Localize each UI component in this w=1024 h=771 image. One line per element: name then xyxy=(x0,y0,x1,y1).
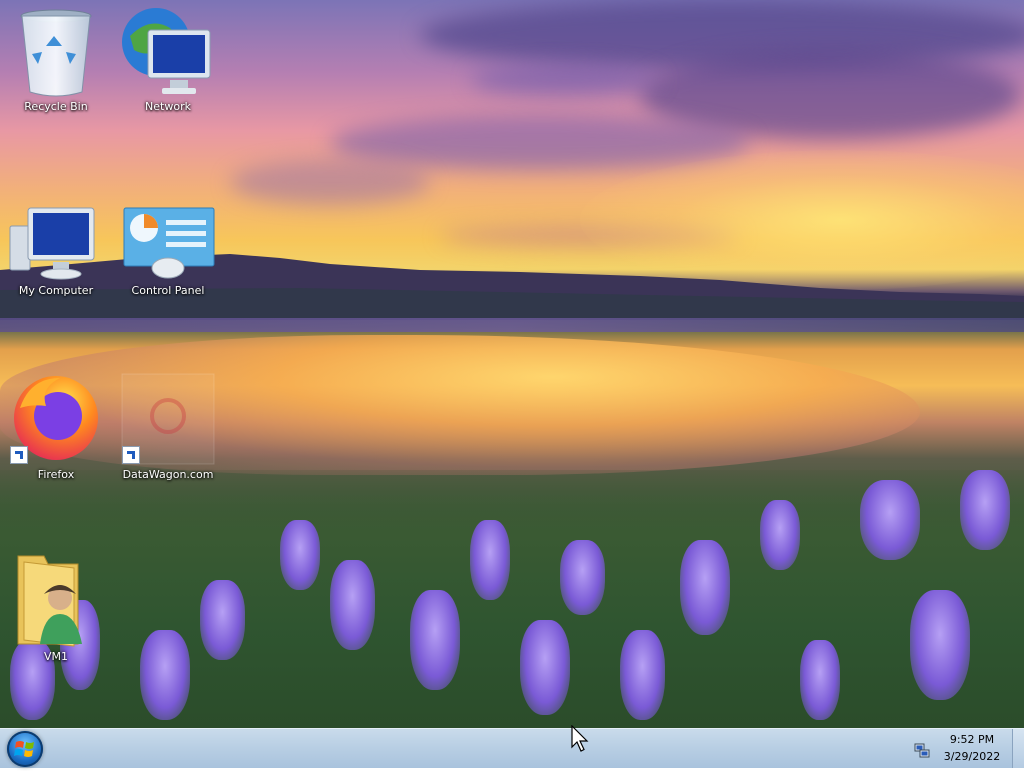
control-panel-label: Control Panel xyxy=(131,284,205,297)
wallpaper-flower xyxy=(200,580,245,660)
control-panel-shortcut[interactable]: Control Panel xyxy=(120,206,216,298)
network-label: Network xyxy=(145,100,191,113)
desktop[interactable]: Recycle Bin Network My Computer Control … xyxy=(0,0,1024,728)
firefox-shortcut[interactable]: Firefox xyxy=(8,372,104,482)
user-folder-icon xyxy=(17,555,82,647)
clock-time: 9:52 PM xyxy=(949,733,995,746)
wallpaper-cloud xyxy=(470,65,660,95)
wallpaper-flower xyxy=(800,640,840,720)
vm1-user-folder[interactable]: VM1 xyxy=(8,552,104,664)
computer-icon xyxy=(9,207,95,280)
control-panel-icon xyxy=(123,207,215,279)
network-tray-icon[interactable] xyxy=(914,742,930,758)
network-shortcut[interactable]: Network xyxy=(120,6,216,114)
mouse-cursor-icon xyxy=(571,725,589,752)
recycle-bin-icon xyxy=(20,9,92,97)
clock-date: 3/29/2022 xyxy=(943,750,1001,763)
wallpaper-flower xyxy=(330,560,375,650)
windows-logo-icon xyxy=(14,741,34,757)
wallpaper-cloud xyxy=(230,160,430,205)
wallpaper-flower xyxy=(680,540,730,635)
wallpaper-flower xyxy=(140,630,190,720)
wallpaper-flower xyxy=(960,470,1010,550)
wallpaper-flower xyxy=(520,620,570,715)
firefox-label: Firefox xyxy=(37,468,75,481)
my-computer-shortcut[interactable]: My Computer xyxy=(8,206,104,298)
taskbar xyxy=(0,728,1024,768)
recycle-bin-label: Recycle Bin xyxy=(24,100,88,113)
wallpaper-flower xyxy=(410,590,460,690)
wallpaper-flower xyxy=(760,500,800,570)
wallpaper-flower xyxy=(910,590,970,700)
show-desktop-button[interactable] xyxy=(1012,729,1024,768)
network-icon xyxy=(122,8,211,94)
wallpaper-flower xyxy=(470,520,510,600)
wallpaper-cloud xyxy=(330,115,750,170)
shortcut-arrow-icon xyxy=(10,446,28,464)
wallpaper-flower xyxy=(280,520,320,590)
datawagon-shortcut[interactable]: DataWagon.com xyxy=(120,372,216,482)
shortcut-arrow-icon xyxy=(122,446,140,464)
wallpaper-flower-band xyxy=(0,318,1024,332)
recycle-bin-shortcut[interactable]: Recycle Bin xyxy=(8,6,104,114)
taskbar-clock[interactable]: 9:52 PM 3/29/2022 xyxy=(934,731,1010,765)
wallpaper-flower xyxy=(560,540,605,615)
my-computer-label: My Computer xyxy=(18,284,94,297)
vm1-label: VM1 xyxy=(43,650,68,663)
start-button[interactable] xyxy=(7,731,43,767)
datawagon-label: DataWagon.com xyxy=(122,468,214,481)
wallpaper-flower xyxy=(860,480,920,560)
wallpaper-flower xyxy=(620,630,665,720)
